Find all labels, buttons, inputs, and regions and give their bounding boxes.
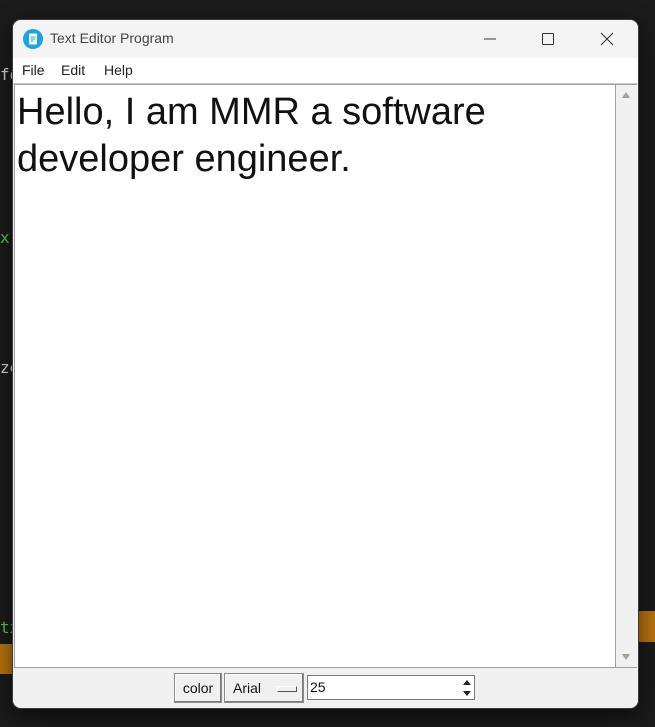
menu-edit[interactable]: Edit [61,62,85,78]
text-area[interactable]: Hello, I am MMR a software developer eng… [14,84,616,668]
close-icon [600,32,614,46]
app-icon [23,29,43,49]
maximize-button[interactable] [519,20,577,58]
option-menu-indicator-icon [277,686,297,692]
title-bar[interactable]: Text Editor Program [13,20,638,58]
background-code-fragment: x [0,228,10,247]
spin-down-button[interactable] [461,688,473,698]
scroll-up-arrow-icon[interactable] [621,91,631,99]
vertical-scrollbar[interactable] [616,84,637,668]
font-size-spinbox[interactable] [307,675,475,700]
spin-up-button[interactable] [461,677,473,687]
window-title: Text Editor Program [50,30,174,46]
close-button[interactable] [578,20,636,58]
menu-bar: File Edit Help [13,58,638,84]
minimize-icon [484,38,496,40]
minimize-button[interactable] [461,20,519,58]
font-family-select[interactable]: Arial [224,673,304,703]
text-content[interactable]: Hello, I am MMR a software developer eng… [17,89,577,183]
maximize-icon [542,33,554,45]
color-button[interactable]: color [174,673,222,703]
menu-help[interactable]: Help [104,62,133,78]
background-highlight [0,644,14,674]
spin-up-icon [463,679,471,685]
font-size-input[interactable] [310,677,450,697]
background-highlight [636,611,655,642]
text-editor-window: Text Editor Program File Edit Help Hello… [13,20,638,708]
spin-down-icon [463,690,471,696]
font-family-value: Arial [233,680,262,696]
format-toolbar: color Arial [13,668,638,708]
menu-file[interactable]: File [22,62,45,78]
scroll-down-arrow-icon[interactable] [621,653,631,661]
spin-buttons [461,677,473,698]
